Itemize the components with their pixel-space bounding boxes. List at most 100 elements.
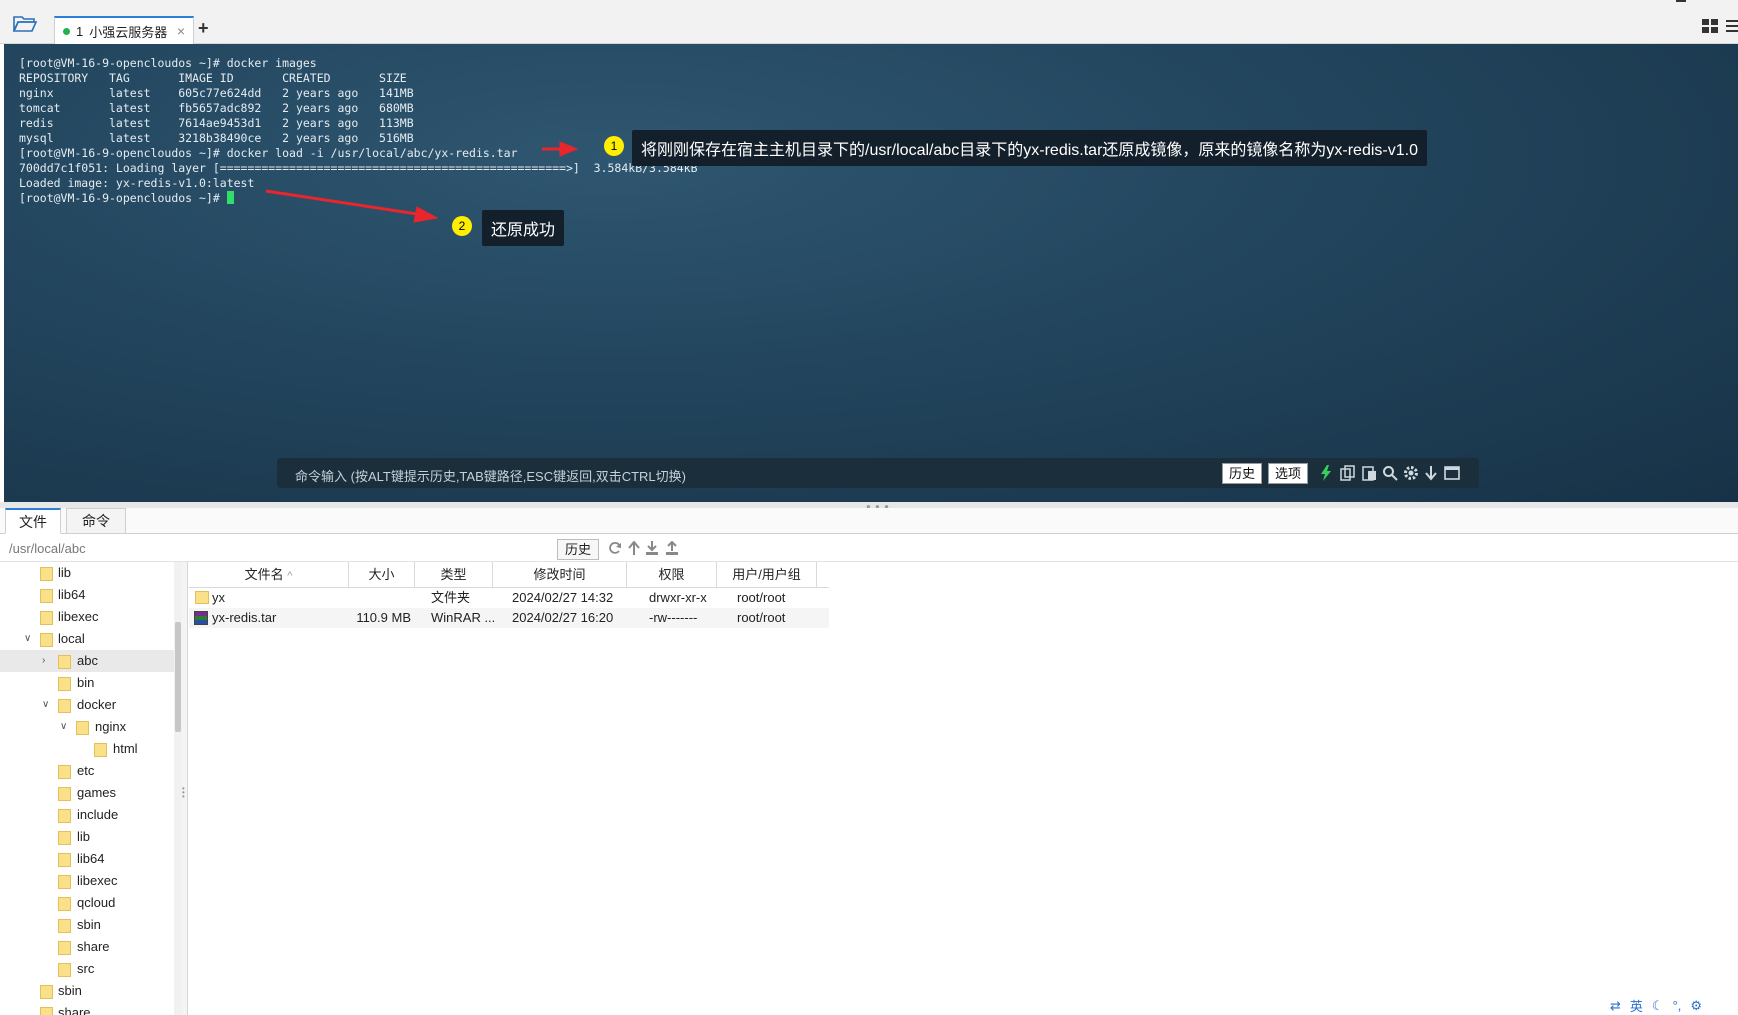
- window-icon[interactable]: [1444, 465, 1460, 481]
- arrow-2: [265, 189, 439, 223]
- parent-folder-icon[interactable]: [628, 540, 640, 558]
- history-button[interactable]: 历史: [1222, 463, 1263, 484]
- tree-item[interactable]: lib64: [0, 848, 174, 870]
- tab-files[interactable]: 文件: [5, 508, 61, 534]
- tree-item[interactable]: share: [0, 936, 174, 958]
- path-history-button[interactable]: 历史: [557, 539, 599, 560]
- download-icon[interactable]: [645, 541, 659, 558]
- file-row[interactable]: yx-redis.tar 110.9 MB WinRAR ... 2024/02…: [189, 608, 829, 628]
- ime-language-label[interactable]: 英: [1630, 996, 1643, 1015]
- connected-status-dot-icon: [63, 27, 70, 35]
- gear-icon[interactable]: ⚙: [1690, 998, 1702, 1014]
- column-header-permissions[interactable]: 权限: [627, 562, 717, 588]
- file-type: 文件夹: [431, 590, 471, 605]
- folder-icon: [58, 809, 71, 823]
- folder-icon: [195, 591, 209, 604]
- folder-icon: [58, 699, 71, 713]
- folder-icon: [76, 721, 89, 735]
- tree-item[interactable]: src: [0, 958, 174, 980]
- chevron-down-icon[interactable]: ∨: [42, 694, 52, 716]
- file-row[interactable]: yx 文件夹 2024/02/27 14:32 drwxr-xr-x root/…: [189, 588, 829, 608]
- file-mtime: 2024/02/27 14:32: [512, 590, 614, 605]
- tree-item[interactable]: html: [0, 738, 174, 760]
- file-list-table: 文件名 ^ 大小 类型 修改时间 权限 用户/用户组 yx 文件夹 2024/0…: [189, 562, 1738, 1015]
- terminal-pane[interactable]: [root@VM-16-9-opencloudos ~]# docker ima…: [4, 44, 1738, 502]
- tree-item[interactable]: lib64: [0, 584, 174, 606]
- folder-icon: [40, 611, 53, 625]
- folder-icon: [58, 831, 71, 845]
- folder-icon: [58, 787, 71, 801]
- folder-icon: [40, 985, 53, 999]
- folder-open-icon[interactable]: [12, 14, 42, 36]
- chevron-right-icon[interactable]: ›: [42, 650, 52, 672]
- column-header-size[interactable]: 大小: [349, 562, 415, 588]
- folder-icon: [58, 765, 71, 779]
- gear-icon[interactable]: [1403, 465, 1419, 481]
- session-tab[interactable]: 1 小强云服务器 ×: [54, 16, 194, 44]
- folder-icon: [58, 941, 71, 955]
- annotation-2-callout: 还原成功: [482, 210, 565, 246]
- tree-item[interactable]: lib: [0, 826, 174, 848]
- tree-item[interactable]: sbin: [0, 980, 174, 1002]
- tree-item[interactable]: ∨ nginx: [0, 716, 174, 738]
- file-type: WinRAR ...: [431, 610, 496, 625]
- minimize-mark[interactable]: [1676, 0, 1686, 2]
- vertical-splitter[interactable]: • • •: [182, 562, 188, 1015]
- current-path-input[interactable]: /usr/local/abc: [9, 541, 86, 556]
- app-window: 1 小强云服务器 × + [root@VM-16-9-opencloudos ~…: [0, 0, 1738, 1015]
- splitter-grip-icon[interactable]: • • •: [182, 785, 185, 801]
- tree-scrollbar-thumb[interactable]: [175, 622, 181, 732]
- tree-item-selected[interactable]: › abc: [0, 650, 174, 672]
- tree-item[interactable]: share: [0, 1002, 174, 1015]
- tree-item[interactable]: ∨ docker: [0, 694, 174, 716]
- tree-item[interactable]: ∨ local: [0, 628, 174, 650]
- file-list-header: 文件名 ^ 大小 类型 修改时间 权限 用户/用户组: [189, 562, 829, 588]
- tree-item[interactable]: lib: [0, 562, 174, 584]
- column-header-name[interactable]: 文件名 ^: [189, 562, 349, 588]
- search-icon[interactable]: [1382, 465, 1398, 481]
- annotation-1-badge: 1: [604, 136, 624, 156]
- tree-item[interactable]: libexec: [0, 606, 174, 628]
- add-tab-button[interactable]: +: [198, 18, 209, 39]
- tree-item[interactable]: qcloud: [0, 892, 174, 914]
- folder-icon: [58, 677, 71, 691]
- tree-item[interactable]: games: [0, 782, 174, 804]
- annotation-arrows: [265, 141, 579, 223]
- tab-commands[interactable]: 命令: [66, 508, 126, 534]
- command-input-bar[interactable]: 命令输入 (按ALT键提示历史,TAB键路径,ESC键返回,双击CTRL切换) …: [277, 458, 1479, 488]
- refresh-icon[interactable]: [608, 541, 622, 558]
- chevron-down-icon[interactable]: ∨: [60, 716, 70, 738]
- folder-icon: [58, 963, 71, 977]
- ime-switch-icon[interactable]: ⇄: [1610, 998, 1621, 1014]
- close-tab-icon[interactable]: ×: [177, 23, 185, 39]
- tree-item[interactable]: etc: [0, 760, 174, 782]
- path-bar: /usr/local/abc 历史: [0, 536, 1738, 562]
- folder-icon: [40, 589, 53, 603]
- command-input-placeholder[interactable]: 命令输入 (按ALT键提示历史,TAB键路径,ESC键返回,双击CTRL切换): [295, 466, 686, 485]
- arrow-down-icon[interactable]: [1424, 465, 1440, 481]
- upload-icon[interactable]: [665, 540, 679, 558]
- directory-tree: lib lib64 libexec ∨ local › abc bin ∨ docke…: [0, 562, 174, 1015]
- grid-layout-icon[interactable]: [1702, 19, 1718, 36]
- paste-icon[interactable]: [1361, 465, 1377, 481]
- folder-icon: [94, 743, 107, 757]
- tree-item[interactable]: include: [0, 804, 174, 826]
- folder-icon: [58, 919, 71, 933]
- ime-toolbar: ⇄ 英 ☾ °, ⚙: [1610, 996, 1738, 1015]
- moon-icon[interactable]: ☾: [1652, 998, 1664, 1014]
- tree-scrollbar[interactable]: [174, 562, 182, 1015]
- options-button[interactable]: 选项: [1268, 463, 1309, 484]
- tree-item[interactable]: libexec: [0, 870, 174, 892]
- tree-item[interactable]: sbin: [0, 914, 174, 936]
- copy-icon[interactable]: [1340, 465, 1356, 481]
- column-header-type[interactable]: 类型: [415, 562, 493, 588]
- panel-tab-bar: 文件 命令: [0, 508, 1738, 534]
- punctuation-icon[interactable]: °,: [1673, 998, 1682, 1013]
- column-header-owner[interactable]: 用户/用户组: [717, 562, 817, 588]
- menu-icon[interactable]: [1726, 19, 1738, 36]
- tree-item[interactable]: bin: [0, 672, 174, 694]
- file-size: 110.9 MB: [356, 610, 411, 625]
- chevron-down-icon[interactable]: ∨: [24, 628, 34, 650]
- lightning-icon[interactable]: [1319, 465, 1335, 481]
- column-header-modified[interactable]: 修改时间: [493, 562, 627, 588]
